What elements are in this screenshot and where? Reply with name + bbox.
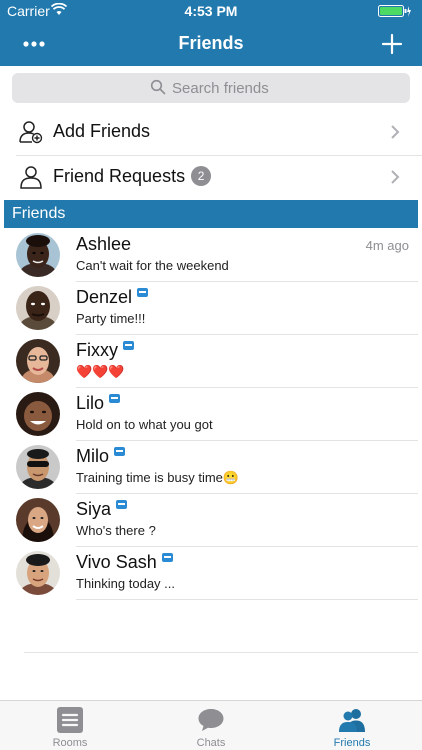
chat-bubble-icon: [197, 706, 225, 739]
friend-name: Denzel: [76, 287, 149, 308]
friend-name-text: Lilo: [76, 393, 105, 413]
friend-name-text: Fixxy: [76, 340, 118, 360]
avatar: [16, 498, 60, 542]
friend-name: Vivo Sash: [76, 552, 173, 573]
list-item[interactable]: Vivo Sash Thinking today ...: [0, 547, 422, 600]
friend-requests-label: Friend Requests 2: [53, 166, 212, 187]
add-friends-row[interactable]: Add Friends: [0, 110, 422, 155]
list-item[interactable]: Ashlee Can't wait for the weekend 4m ago: [0, 229, 422, 282]
friend-requests-text: Friend Requests: [53, 166, 186, 186]
person-icon: [18, 164, 44, 195]
friends-section-header: Friends: [4, 200, 418, 228]
clock: 4:53 PM: [184, 3, 238, 19]
list-item[interactable]: Denzel Party time!!!: [0, 282, 422, 335]
add-person-icon: [18, 119, 44, 150]
avatar: [16, 445, 60, 489]
friend-name-text: Siya: [76, 499, 112, 519]
avatar: [16, 551, 60, 595]
friend-name: Ashlee: [76, 234, 131, 255]
list-item[interactable]: Lilo Hold on to what you got: [0, 388, 422, 441]
verified-badge-icon: [161, 553, 173, 562]
request-count-badge: 2: [191, 166, 212, 186]
add-friends-label: Add Friends: [53, 121, 151, 141]
plus-icon[interactable]: [376, 28, 408, 60]
avatar: [16, 392, 60, 436]
last-message: Can't wait for the weekend: [76, 258, 229, 273]
search-input[interactable]: [172, 77, 372, 99]
last-message: Training time is busy time😬: [76, 470, 240, 485]
avatar: [16, 286, 60, 330]
last-message: Who's there ?: [76, 523, 156, 538]
tab-friends[interactable]: Friends: [282, 701, 422, 750]
friend-name: Siya: [76, 499, 128, 520]
page-title: Friends: [178, 33, 244, 53]
row-divider: [76, 599, 418, 600]
verified-badge-icon: [116, 500, 128, 509]
chevron-right-icon: [390, 169, 400, 190]
list-item[interactable]: Fixxy ❤️❤️❤️: [0, 335, 422, 388]
verified-badge-icon: [109, 394, 121, 403]
verified-badge-icon: [137, 288, 149, 297]
avatar: [16, 233, 60, 277]
tab-rooms[interactable]: Rooms: [0, 701, 140, 750]
search-icon: [150, 79, 166, 100]
chevron-right-icon: [390, 124, 400, 145]
friend-requests-row[interactable]: Friend Requests 2: [0, 155, 422, 200]
friend-name-text: Milo: [76, 446, 110, 466]
tab-chats[interactable]: Chats: [141, 701, 281, 750]
friend-name-text: Ashlee: [76, 234, 132, 254]
last-message: Thinking today ...: [76, 576, 175, 591]
tab-label: Chats: [196, 737, 226, 749]
last-message: Hold on to what you got: [76, 417, 213, 432]
rooms-icon: [56, 706, 84, 739]
avatar: [16, 339, 60, 383]
last-message: ❤️❤️❤️: [76, 364, 125, 379]
friend-name: Milo: [76, 446, 126, 467]
tab-bar: Rooms Chats Friends: [0, 700, 422, 750]
navigation-bar: Friends: [0, 22, 422, 66]
friend-name: Lilo: [76, 393, 121, 414]
divider: [24, 652, 418, 653]
message-time: 4m ago: [365, 238, 409, 253]
verified-badge-icon: [123, 341, 134, 350]
friend-name-text: Denzel: [76, 287, 133, 307]
list-item[interactable]: Milo Training time is busy time😬: [0, 441, 422, 494]
tab-label: Friends: [333, 737, 371, 749]
search-bar[interactable]: [12, 73, 410, 103]
friends-icon: [338, 706, 366, 739]
verified-badge-icon: [114, 447, 126, 456]
battery-icon: [378, 5, 412, 21]
friend-name: Fixxy: [76, 340, 134, 361]
list-item[interactable]: Siya Who's there ?: [0, 494, 422, 547]
tab-label: Rooms: [52, 737, 88, 749]
last-message: Party time!!!: [76, 311, 146, 326]
status-bar: Carrier 4:53 PM: [0, 0, 422, 22]
friend-name-text: Vivo Sash: [76, 552, 157, 572]
